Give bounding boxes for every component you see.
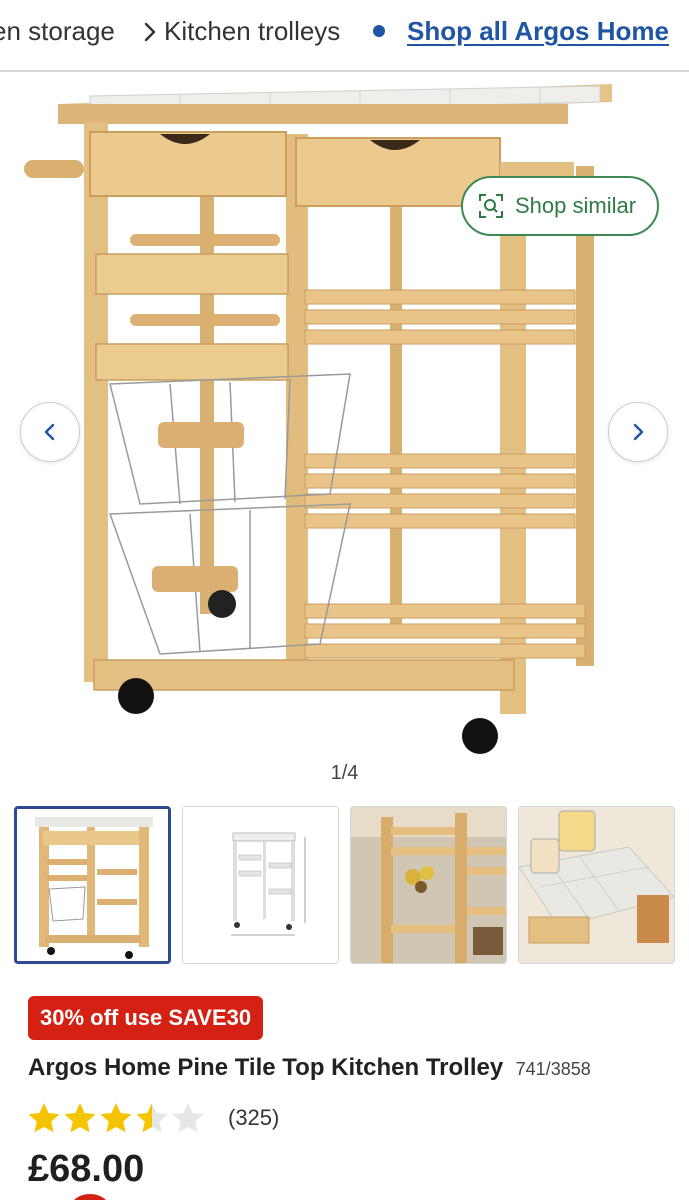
rating[interactable]: (325)	[26, 1100, 279, 1136]
star-icon	[100, 1103, 132, 1133]
shop-similar-label: Shop similar	[515, 193, 637, 218]
dot-separator-icon	[373, 25, 385, 37]
next-image-button[interactable]	[608, 402, 668, 462]
review-count[interactable]: (325)	[228, 1105, 279, 1131]
price: £68.00	[28, 1148, 145, 1190]
thumbnail-4[interactable]	[518, 806, 675, 964]
star-icon	[64, 1103, 96, 1133]
star-rating	[26, 1100, 206, 1136]
shop-all-link[interactable]: Shop all Argos Home	[407, 16, 669, 47]
star-icon	[136, 1103, 168, 1133]
previous-image-button[interactable]	[20, 402, 80, 462]
thumbnail-strip	[14, 806, 675, 964]
lifestyle-thumbnail-image	[351, 807, 506, 963]
breadcrumb-item-previous[interactable]: en storage	[0, 16, 115, 47]
image-pager: 1/4	[330, 762, 359, 784]
breadcrumb-item-current[interactable]: Kitchen trolleys	[164, 16, 340, 47]
chevron-right-icon	[144, 22, 156, 42]
thumbnail-2[interactable]	[182, 806, 339, 964]
dimensions-thumbnail-image	[183, 807, 338, 963]
star-icon	[28, 1103, 60, 1133]
header-divider	[0, 70, 689, 72]
trolley-thumbnail-image	[17, 809, 168, 961]
product-title: Argos Home Pine Tile Top Kitchen Trolley	[28, 1054, 504, 1081]
promo-badge: 30% off use SAVE30	[28, 996, 264, 1040]
visual-search-icon	[479, 194, 503, 218]
shop-similar-button[interactable]: Shop similar	[461, 176, 659, 236]
product-sku: 741/3858	[515, 1059, 591, 1079]
thumbnail-3[interactable]	[350, 806, 507, 964]
star-icon	[172, 1103, 204, 1133]
product-title-row: Argos Home Pine Tile Top Kitchen Trolley…	[28, 1054, 668, 1082]
chevron-left-icon	[44, 423, 55, 441]
main-product-image[interactable]: Shop similar	[0, 74, 689, 754]
thumbnail-1[interactable]	[14, 806, 171, 964]
partial-red-badge	[70, 1194, 110, 1200]
chevron-right-icon	[633, 423, 644, 441]
tile-top-thumbnail-image	[519, 807, 674, 963]
breadcrumb: en storage Kitchen trolleys Shop all Arg…	[0, 0, 689, 66]
